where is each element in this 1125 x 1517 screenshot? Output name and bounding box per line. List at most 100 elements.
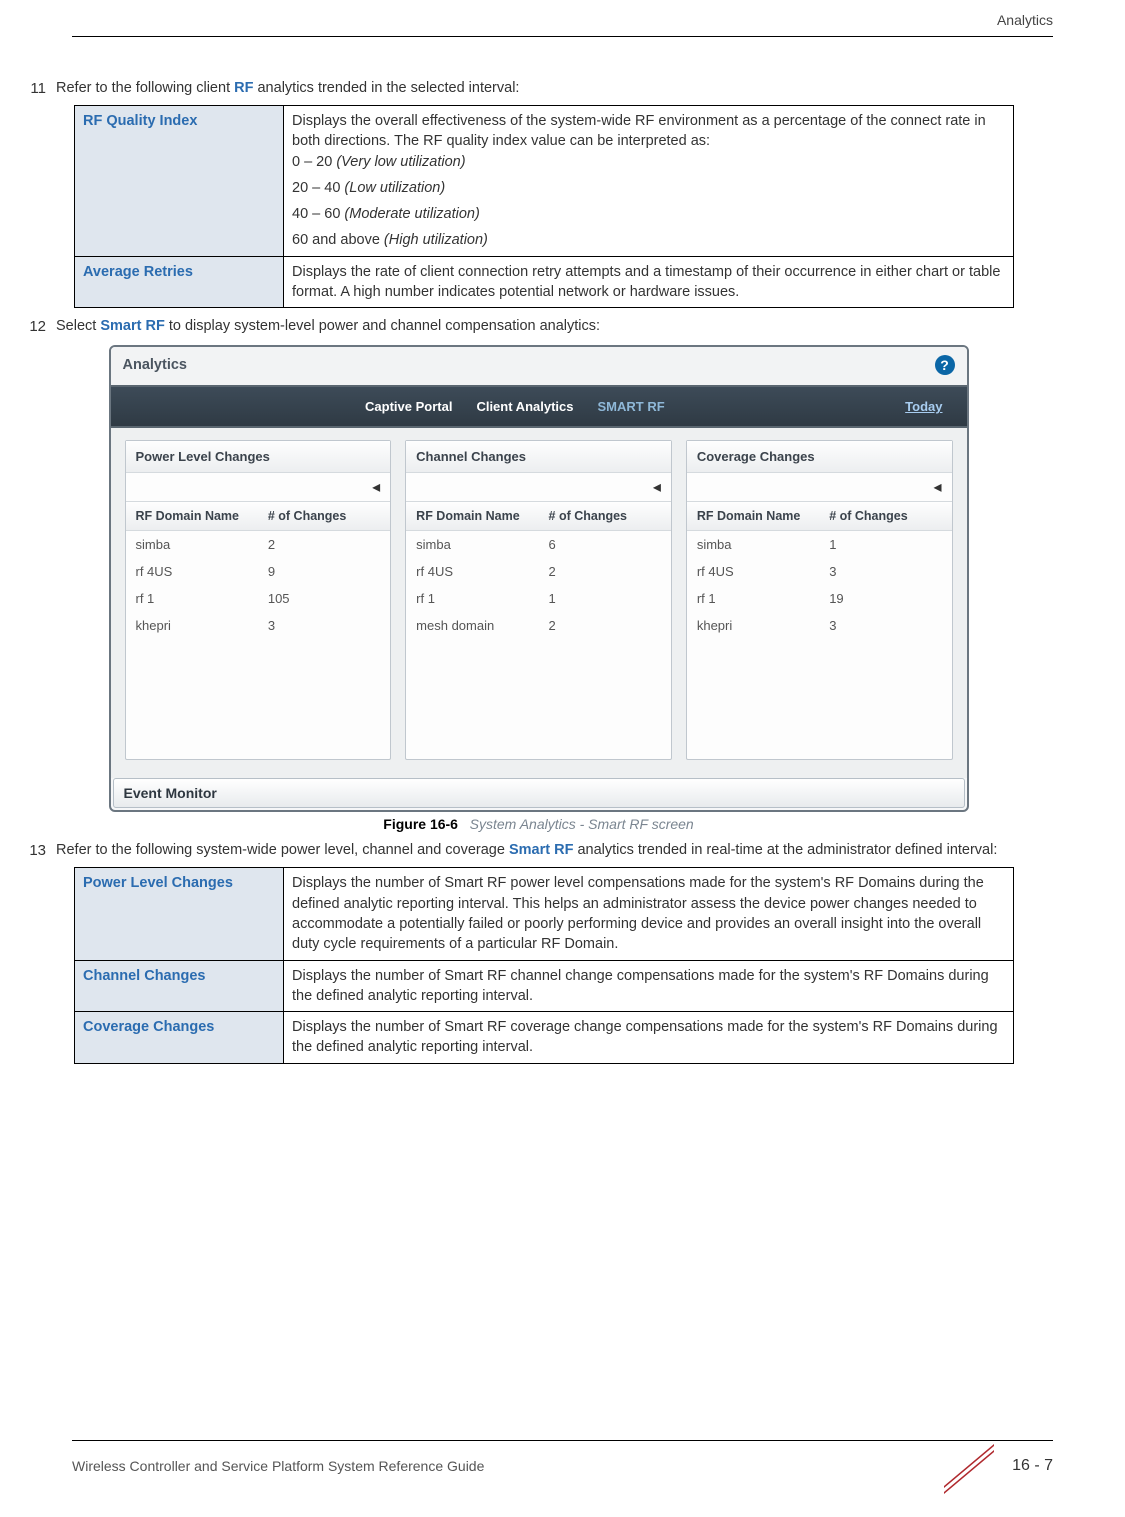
page-number-block: 16 - 7	[944, 1449, 1053, 1483]
desc-cell: Displays the rate of client connection r…	[284, 256, 1014, 308]
table-row: Coverage Changes Displays the number of …	[75, 1012, 1014, 1064]
cell: 9	[258, 558, 390, 585]
tab-bar: Captive Portal Client Analytics SMART RF…	[111, 385, 967, 428]
today-link[interactable]: Today	[905, 399, 952, 414]
col-changes[interactable]: # of Changes	[539, 502, 671, 530]
cell: rf 1	[687, 585, 819, 612]
cell: 1	[539, 585, 671, 612]
panel-header-row: RF Domain Name # of Changes	[687, 502, 952, 531]
desc-cell: Displays the number of Smart RF power le…	[284, 868, 1014, 960]
tab-smart-rf[interactable]: SMART RF	[585, 395, 676, 418]
list-item-11: 11 Refer to the following client RF anal…	[24, 80, 1053, 97]
panel-coverage-changes: Coverage Changes ◂ RF Domain Name # of C…	[686, 440, 953, 760]
cell: 6	[539, 531, 671, 558]
cell: 2	[539, 558, 671, 585]
list-body: Refer to the following system-wide power…	[56, 842, 1053, 858]
figure-caption: Figure 16-6 System Analytics - Smart RF …	[24, 816, 1053, 832]
tab-client-analytics[interactable]: Client Analytics	[464, 395, 585, 418]
footer-row: Wireless Controller and Service Platform…	[72, 1449, 1053, 1483]
panel-power-level-changes: Power Level Changes ◂ RF Domain Name # o…	[125, 440, 392, 760]
table-row[interactable]: rf 1105	[126, 585, 391, 612]
desc-cell: Displays the number of Smart RF coverage…	[284, 1012, 1014, 1064]
page: Analytics 11 Refer to the following clie…	[0, 0, 1125, 1517]
col-changes[interactable]: # of Changes	[819, 502, 951, 530]
text: 20 – 40 (Low utilization)	[292, 178, 1005, 198]
cell: rf 4US	[687, 558, 819, 585]
table-row: Average Retries Displays the rate of cli…	[75, 256, 1014, 308]
panel-collapse[interactable]: ◂	[406, 473, 671, 502]
panel-collapse[interactable]: ◂	[687, 473, 952, 502]
table-row[interactable]: simba2	[126, 531, 391, 558]
panel-empty	[406, 639, 671, 759]
help-icon[interactable]: ?	[935, 355, 955, 375]
arrow-left-icon: ◂	[372, 477, 380, 497]
analytics-screenshot: Analytics ? Captive Portal Client Analyt…	[109, 345, 969, 812]
text: Refer to the following system-wide power…	[56, 842, 509, 858]
cell: 2	[258, 531, 390, 558]
panel-channel-changes: Channel Changes ◂ RF Domain Name # of Ch…	[405, 440, 672, 760]
table-row[interactable]: rf 11	[406, 585, 671, 612]
cell: simba	[126, 531, 258, 558]
col-rf-domain[interactable]: RF Domain Name	[406, 502, 538, 530]
table-row[interactable]: rf 4US9	[126, 558, 391, 585]
panel-title: Channel Changes	[406, 441, 671, 473]
table-row[interactable]: khepri3	[687, 612, 952, 639]
cell: 3	[819, 558, 951, 585]
text: analytics trended in the selected interv…	[253, 80, 519, 96]
text: analytics trended in real-time at the ad…	[573, 842, 997, 858]
panel-rows: simba2 rf 4US9 rf 1105 khepri3	[126, 531, 391, 639]
col-rf-domain[interactable]: RF Domain Name	[687, 502, 819, 530]
text: 40 – 60 (Moderate utilization)	[292, 204, 1005, 224]
cell: 2	[539, 612, 671, 639]
cell: rf 1	[126, 585, 258, 612]
panel-empty	[687, 639, 952, 759]
table-row[interactable]: khepri3	[126, 612, 391, 639]
col-rf-domain[interactable]: RF Domain Name	[126, 502, 258, 530]
list-number: 13	[24, 842, 46, 859]
range: 0 – 20	[292, 154, 336, 170]
desc-cell: Displays the overall effectiveness of th…	[284, 106, 1014, 257]
list-number: 12	[24, 318, 46, 335]
panel-title: Coverage Changes	[687, 441, 952, 473]
list-item-12: 12 Select Smart RF to display system-lev…	[24, 318, 1053, 335]
cell: rf 1	[406, 585, 538, 612]
term-cell: Power Level Changes	[75, 868, 284, 960]
content-area: 11 Refer to the following client RF anal…	[24, 80, 1053, 1074]
tab-captive-portal[interactable]: Captive Portal	[353, 395, 464, 418]
list-number: 11	[24, 80, 46, 97]
panel-rows: simba1 rf 4US3 rf 119 khepri3	[687, 531, 952, 639]
header-rule	[72, 36, 1053, 37]
col-changes[interactable]: # of Changes	[258, 502, 390, 530]
panel-title: Power Level Changes	[126, 441, 391, 473]
panel-rows: simba6 rf 4US2 rf 11 mesh domain2	[406, 531, 671, 639]
cell: simba	[406, 531, 538, 558]
slash-icon	[944, 1449, 994, 1483]
text: to display system-level power and channe…	[165, 318, 600, 334]
table-row[interactable]: rf 4US2	[406, 558, 671, 585]
table-row[interactable]: simba1	[687, 531, 952, 558]
label: (Very low utilization)	[336, 154, 465, 170]
label: (High utilization)	[384, 232, 488, 248]
rf-definition-table: RF Quality Index Displays the overall ef…	[74, 105, 1014, 308]
table-row: Channel Changes Displays the number of S…	[75, 960, 1014, 1012]
table-row[interactable]: mesh domain2	[406, 612, 671, 639]
smart-rf-link: Smart RF	[100, 318, 164, 334]
list-body: Select Smart RF to display system-level …	[56, 318, 1053, 334]
page-number: 16 - 7	[1012, 1457, 1053, 1475]
table-row[interactable]: rf 4US3	[687, 558, 952, 585]
cell: khepri	[687, 612, 819, 639]
smart-rf-link: Smart RF	[509, 842, 573, 858]
range: 60 and above	[292, 232, 384, 248]
window-titlebar: Analytics ?	[111, 347, 967, 385]
event-monitor-bar[interactable]: Event Monitor	[113, 778, 965, 808]
panel-empty	[126, 639, 391, 759]
table-row[interactable]: simba6	[406, 531, 671, 558]
term-cell: Coverage Changes	[75, 1012, 284, 1064]
panel-collapse[interactable]: ◂	[126, 473, 391, 502]
panel-header-row: RF Domain Name # of Changes	[126, 502, 391, 531]
range: 40 – 60	[292, 206, 344, 222]
list-item-13: 13 Refer to the following system-wide po…	[24, 842, 1053, 859]
header-section: Analytics	[997, 12, 1053, 28]
text: Refer to the following client	[56, 80, 234, 96]
table-row[interactable]: rf 119	[687, 585, 952, 612]
